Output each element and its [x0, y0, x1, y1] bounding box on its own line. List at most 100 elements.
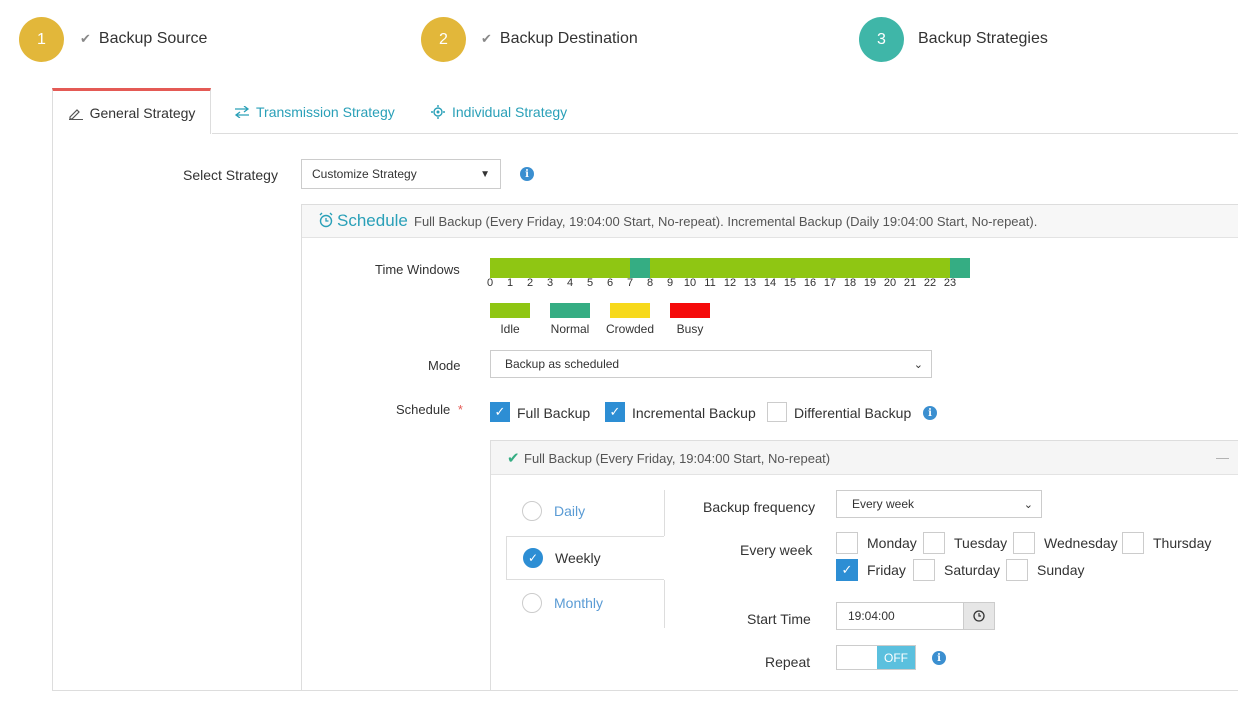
clock-button[interactable] — [963, 602, 995, 630]
step-3-label[interactable]: Backup Strategies — [918, 30, 1048, 48]
hour-tick-label: 23 — [943, 277, 957, 289]
hour-tick-label: 6 — [606, 277, 614, 289]
time-window-hour-6[interactable] — [610, 258, 630, 278]
hour-tick-label: 13 — [743, 277, 757, 289]
time-window-hour-18[interactable] — [850, 258, 870, 278]
hour-tick-label: 12 — [723, 277, 737, 289]
schedule-summary: Full Backup (Every Friday, 19:04:00 Star… — [414, 214, 1038, 229]
time-window-hour-15[interactable] — [790, 258, 810, 278]
info-icon[interactable]: i — [932, 651, 946, 665]
frequency-monthly[interactable]: Monthly — [506, 581, 664, 625]
hour-tick-label: 11 — [704, 277, 716, 289]
time-window-hour-13[interactable] — [750, 258, 770, 278]
repeat-toggle[interactable]: OFF — [836, 645, 916, 670]
weekly-radio[interactable]: ✓ — [523, 548, 543, 568]
time-window-hour-2[interactable] — [530, 258, 550, 278]
time-window-hour-20[interactable] — [890, 258, 910, 278]
time-window-hour-21[interactable] — [910, 258, 930, 278]
step-2-circle[interactable]: 2 — [421, 17, 466, 62]
time-window-hour-8[interactable] — [650, 258, 670, 278]
tab-individual-strategy[interactable]: Individual Strategy — [430, 90, 567, 133]
time-window-hour-1[interactable] — [510, 258, 530, 278]
hour-tick-label: 17 — [823, 277, 837, 289]
full-backup-checkbox[interactable]: ✓ — [490, 402, 510, 422]
backup-frequency-select[interactable]: Every week ⌄ — [836, 490, 1042, 518]
hour-tick-label: 5 — [586, 277, 594, 289]
mode-select-value: Backup as scheduled — [505, 357, 620, 371]
frequency-divider — [664, 490, 665, 536]
time-window-hour-3[interactable] — [550, 258, 570, 278]
time-window-hour-19[interactable] — [870, 258, 890, 278]
sunday-checkbox[interactable] — [1006, 559, 1028, 581]
collapse-icon[interactable]: — — [1216, 450, 1229, 465]
frequency-daily[interactable]: Daily — [506, 489, 664, 533]
monthly-label: Monthly — [554, 595, 604, 611]
step-2-label[interactable]: ✔ Backup Destination — [481, 30, 638, 48]
start-time-input[interactable]: 19:04:00 — [836, 602, 964, 630]
hour-tick-label: 10 — [683, 277, 697, 289]
repeat-toggle-state: OFF — [877, 646, 915, 669]
clock-icon — [973, 610, 985, 622]
select-strategy-label: Select Strategy — [183, 167, 278, 183]
daily-label: Daily — [554, 503, 586, 519]
info-icon[interactable]: i — [923, 406, 937, 420]
friday-label: Friday — [867, 562, 906, 578]
tab-general-strategy[interactable]: General Strategy — [52, 88, 211, 134]
time-window-hour-23[interactable] — [950, 258, 970, 278]
time-window-hour-17[interactable] — [830, 258, 850, 278]
thursday-label: Thursday — [1153, 535, 1212, 551]
required-mark: * — [457, 402, 463, 417]
step-3-text: Backup Strategies — [918, 30, 1048, 47]
differential-backup-checkbox[interactable] — [767, 402, 787, 422]
strategy-select-value: Customize Strategy — [312, 167, 417, 181]
hour-tick-label: 3 — [546, 277, 554, 289]
hour-tick-label: 16 — [803, 277, 817, 289]
settings-gear-icon — [431, 104, 445, 119]
differential-backup-label: Differential Backup — [794, 405, 912, 421]
incremental-backup-checkbox[interactable]: ✓ — [605, 402, 625, 422]
monday-label: Monday — [867, 535, 917, 551]
step-1-circle[interactable]: 1 — [19, 17, 64, 62]
time-window-hour-5[interactable] — [590, 258, 610, 278]
time-window-hour-14[interactable] — [770, 258, 790, 278]
time-window-hour-22[interactable] — [930, 258, 950, 278]
mode-select[interactable]: Backup as scheduled ⌄ — [490, 350, 932, 378]
friday-checkbox[interactable]: ✓ — [836, 559, 858, 581]
hour-tick-label: 7 — [626, 277, 634, 289]
time-window-hour-7[interactable] — [630, 258, 650, 278]
time-window-hour-0[interactable] — [490, 258, 510, 278]
daily-radio[interactable] — [522, 501, 542, 521]
schedule-title: Schedule — [337, 211, 408, 230]
tuesday-checkbox[interactable] — [923, 532, 945, 554]
hour-tick-label: 20 — [883, 277, 897, 289]
info-icon[interactable]: i — [520, 167, 534, 181]
monday-checkbox[interactable] — [836, 532, 858, 554]
time-window-hour-11[interactable] — [710, 258, 730, 278]
time-window-hour-4[interactable] — [570, 258, 590, 278]
thursday-checkbox[interactable] — [1122, 532, 1144, 554]
tuesday-label: Tuesday — [954, 535, 1008, 551]
saturday-checkbox[interactable] — [913, 559, 935, 581]
time-window-hour-9[interactable] — [670, 258, 690, 278]
time-window-hour-10[interactable] — [690, 258, 710, 278]
frequency-weekly[interactable]: ✓ Weekly — [506, 536, 664, 580]
tab-general-label: General Strategy — [89, 104, 196, 121]
wednesday-checkbox[interactable] — [1013, 532, 1035, 554]
monthly-radio[interactable] — [522, 593, 542, 613]
hour-tick-label: 8 — [646, 277, 654, 289]
toggle-knob — [837, 646, 877, 669]
transfer-arrows-icon — [234, 105, 250, 118]
tab-transmission-strategy[interactable]: Transmission Strategy — [234, 90, 395, 133]
chevron-down-icon: ⌄ — [913, 358, 923, 371]
time-window-hour-12[interactable] — [730, 258, 750, 278]
alarm-clock-icon — [319, 212, 333, 228]
time-window-hour-16[interactable] — [810, 258, 830, 278]
full-backup-header-text: Full Backup (Every Friday, 19:04:00 Star… — [524, 451, 831, 466]
sunday-label: Sunday — [1037, 562, 1085, 578]
tab-transmission-label: Transmission Strategy — [256, 103, 395, 120]
caret-down-icon: ▼ — [480, 168, 490, 180]
legend-swatch-busy — [670, 303, 710, 318]
step-1-label[interactable]: ✔ Backup Source — [80, 30, 207, 48]
strategy-select[interactable]: Customize Strategy ▼ — [301, 159, 501, 189]
step-3-circle[interactable]: 3 — [859, 17, 904, 62]
